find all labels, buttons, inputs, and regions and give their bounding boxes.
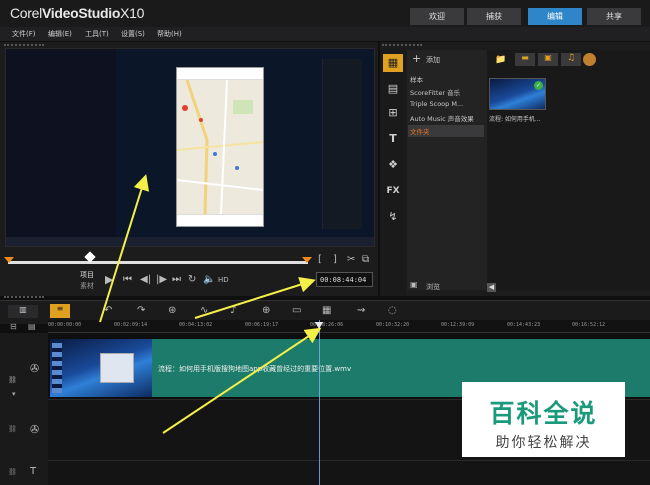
arrow-to-playhead (162, 327, 322, 434)
watermark-logo: 百科全说 助你轻松解决 (462, 382, 625, 457)
arrow-to-preview (99, 174, 150, 323)
arrow-to-timecode (194, 276, 316, 319)
watermark-subtitle: 助你轻松解决 (495, 435, 592, 451)
watermark-title: 百科全说 (489, 399, 598, 428)
